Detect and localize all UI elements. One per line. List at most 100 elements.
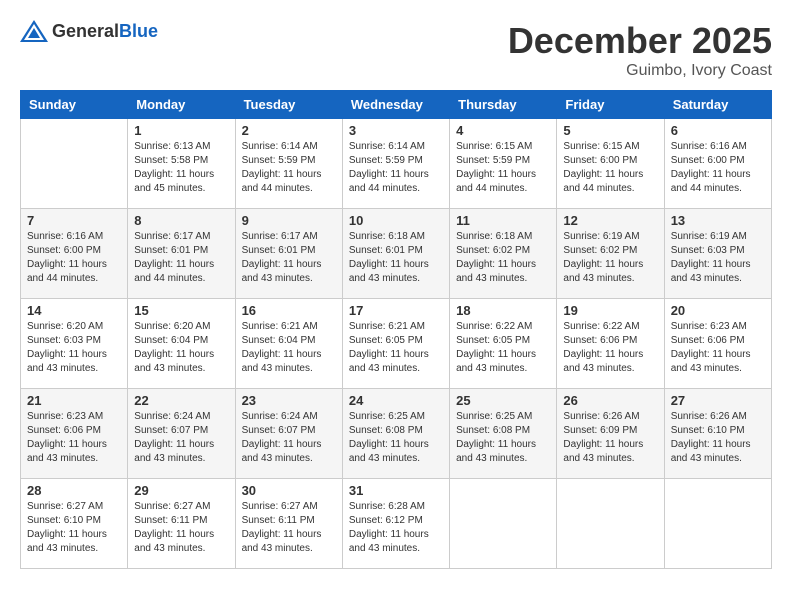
day-number: 20 — [671, 303, 765, 318]
day-info: Sunrise: 6:19 AMSunset: 6:02 PMDaylight:… — [563, 230, 657, 286]
table-row: 15 Sunrise: 6:20 AMSunset: 6:04 PMDayligh… — [128, 299, 235, 389]
table-row: 19 Sunrise: 6:22 AMSunset: 6:06 PMDayligh… — [557, 299, 664, 389]
table-row: 20 Sunrise: 6:23 AMSunset: 6:06 PMDayligh… — [664, 299, 771, 389]
day-info: Sunrise: 6:23 AMSunset: 6:06 PMDaylight:… — [27, 410, 121, 466]
calendar-week-row: 28 Sunrise: 6:27 AMSunset: 6:10 PMDayligh… — [21, 479, 772, 569]
day-info: Sunrise: 6:25 AMSunset: 6:08 PMDaylight:… — [349, 410, 443, 466]
day-number: 13 — [671, 213, 765, 228]
table-row: 11Sunrise: 6:18 AMSunset: 6:02 PMDayligh… — [450, 209, 557, 299]
day-info: Sunrise: 6:23 AMSunset: 6:06 PMDaylight:… — [671, 320, 765, 376]
day-number: 9 — [242, 213, 336, 228]
day-info: Sunrise: 6:27 AMSunset: 6:10 PMDaylight:… — [27, 500, 121, 556]
day-info: Sunrise: 6:20 AMSunset: 6:04 PMDaylight:… — [134, 320, 228, 376]
day-info: Sunrise: 6:24 AMSunset: 6:07 PMDaylight:… — [242, 410, 336, 466]
table-row: 3 Sunrise: 6:14 AMSunset: 5:59 PMDaylight… — [342, 119, 449, 209]
table-row: 5Sunrise: 6:15 AMSunset: 6:00 PMDaylight… — [557, 119, 664, 209]
day-info: Sunrise: 6:16 AMSunset: 6:00 PMDaylight:… — [27, 230, 121, 286]
day-info: Sunrise: 6:17 AMSunset: 6:01 PMDaylight:… — [242, 230, 336, 286]
table-row — [450, 479, 557, 569]
table-row: 14Sunrise: 6:20 AMSunset: 6:03 PMDayligh… — [21, 299, 128, 389]
day-number: 5 — [563, 123, 657, 138]
day-info: Sunrise: 6:21 AMSunset: 6:04 PMDaylight:… — [242, 320, 336, 376]
day-number: 7 — [27, 213, 121, 228]
day-info: Sunrise: 6:18 AMSunset: 6:01 PMDaylight:… — [349, 230, 443, 286]
day-info: Sunrise: 6:18 AMSunset: 6:02 PMDaylight:… — [456, 230, 550, 286]
day-info: Sunrise: 6:15 AMSunset: 5:59 PMDaylight:… — [456, 140, 550, 196]
table-row: 10 Sunrise: 6:18 AMSunset: 6:01 PMDayligh… — [342, 209, 449, 299]
table-row: 9 Sunrise: 6:17 AMSunset: 6:01 PMDaylight… — [235, 209, 342, 299]
day-info: Sunrise: 6:14 AMSunset: 5:59 PMDaylight:… — [242, 140, 336, 196]
calendar-week-row: 1 Sunrise: 6:13 AMSunset: 5:58 PMDaylight… — [21, 119, 772, 209]
table-row: 31 Sunrise: 6:28 AMSunset: 6:12 PMDayligh… — [342, 479, 449, 569]
table-row: 26Sunrise: 6:26 AMSunset: 6:09 PMDayligh… — [557, 389, 664, 479]
calendar-week-row: 7 Sunrise: 6:16 AMSunset: 6:00 PMDaylight… — [21, 209, 772, 299]
logo-icon — [20, 20, 48, 42]
day-number: 15 — [134, 303, 228, 318]
calendar-header-thursday: Thursday — [450, 91, 557, 119]
day-info: Sunrise: 6:26 AMSunset: 6:09 PMDaylight:… — [563, 410, 657, 466]
day-number: 31 — [349, 483, 443, 498]
table-row: 21 Sunrise: 6:23 AMSunset: 6:06 PMDayligh… — [21, 389, 128, 479]
table-row: 6Sunrise: 6:16 AMSunset: 6:00 PMDaylight… — [664, 119, 771, 209]
day-number: 23 — [242, 393, 336, 408]
calendar-header-wednesday: Wednesday — [342, 91, 449, 119]
day-info: Sunrise: 6:24 AMSunset: 6:07 PMDaylight:… — [134, 410, 228, 466]
table-row: 24 Sunrise: 6:25 AMSunset: 6:08 PMDayligh… — [342, 389, 449, 479]
day-number: 2 — [242, 123, 336, 138]
calendar-header-tuesday: Tuesday — [235, 91, 342, 119]
day-number: 22 — [134, 393, 228, 408]
day-info: Sunrise: 6:13 AMSunset: 5:58 PMDaylight:… — [134, 140, 228, 196]
day-info: Sunrise: 6:28 AMSunset: 6:12 PMDaylight:… — [349, 500, 443, 556]
day-info: Sunrise: 6:25 AMSunset: 6:08 PMDaylight:… — [456, 410, 550, 466]
day-info: Sunrise: 6:17 AMSunset: 6:01 PMDaylight:… — [134, 230, 228, 286]
day-number: 12 — [563, 213, 657, 228]
day-info: Sunrise: 6:22 AMSunset: 6:06 PMDaylight:… — [563, 320, 657, 376]
day-number: 19 — [563, 303, 657, 318]
day-number: 25 — [456, 393, 550, 408]
table-row — [21, 119, 128, 209]
table-row: 1 Sunrise: 6:13 AMSunset: 5:58 PMDaylight… — [128, 119, 235, 209]
day-number: 27 — [671, 393, 765, 408]
day-number: 1 — [134, 123, 228, 138]
table-row: 7 Sunrise: 6:16 AMSunset: 6:00 PMDaylight… — [21, 209, 128, 299]
table-row: 2 Sunrise: 6:14 AMSunset: 5:59 PMDaylight… — [235, 119, 342, 209]
day-info: Sunrise: 6:27 AMSunset: 6:11 PMDaylight:… — [134, 500, 228, 556]
day-number: 3 — [349, 123, 443, 138]
day-number: 29 — [134, 483, 228, 498]
table-row: 23 Sunrise: 6:24 AMSunset: 6:07 PMDayligh… — [235, 389, 342, 479]
table-row: 4 Sunrise: 6:15 AMSunset: 5:59 PMDaylight… — [450, 119, 557, 209]
day-info: Sunrise: 6:27 AMSunset: 6:11 PMDaylight:… — [242, 500, 336, 556]
day-number: 10 — [349, 213, 443, 228]
day-number: 24 — [349, 393, 443, 408]
table-row: 27 Sunrise: 6:26 AMSunset: 6:10 PMDayligh… — [664, 389, 771, 479]
table-row: 30Sunrise: 6:27 AMSunset: 6:11 PMDayligh… — [235, 479, 342, 569]
day-number: 4 — [456, 123, 550, 138]
day-number: 18 — [456, 303, 550, 318]
day-info: Sunrise: 6:21 AMSunset: 6:05 PMDaylight:… — [349, 320, 443, 376]
day-info: Sunrise: 6:26 AMSunset: 6:10 PMDaylight:… — [671, 410, 765, 466]
table-row: 16 Sunrise: 6:21 AMSunset: 6:04 PMDayligh… — [235, 299, 342, 389]
day-number: 6 — [671, 123, 765, 138]
table-row: 29 Sunrise: 6:27 AMSunset: 6:11 PMDayligh… — [128, 479, 235, 569]
calendar-header-sunday: Sunday — [21, 91, 128, 119]
day-number: 28 — [27, 483, 121, 498]
day-info: Sunrise: 6:19 AMSunset: 6:03 PMDaylight:… — [671, 230, 765, 286]
day-number: 8 — [134, 213, 228, 228]
day-number: 21 — [27, 393, 121, 408]
day-number: 16 — [242, 303, 336, 318]
logo-text-blue: Blue — [119, 21, 158, 41]
table-row: 12 Sunrise: 6:19 AMSunset: 6:02 PMDayligh… — [557, 209, 664, 299]
page-header: GeneralBlue December 2025 Guimbo, Ivory … — [20, 20, 772, 80]
day-number: 14 — [27, 303, 121, 318]
location-title: Guimbo, Ivory Coast — [508, 62, 772, 80]
day-info: Sunrise: 6:14 AMSunset: 5:59 PMDaylight:… — [349, 140, 443, 196]
calendar-week-row: 14Sunrise: 6:20 AMSunset: 6:03 PMDayligh… — [21, 299, 772, 389]
table-row — [664, 479, 771, 569]
logo-text-general: General — [52, 21, 119, 41]
day-info: Sunrise: 6:22 AMSunset: 6:05 PMDaylight:… — [456, 320, 550, 376]
calendar-header-monday: Monday — [128, 91, 235, 119]
table-row — [557, 479, 664, 569]
table-row: 17Sunrise: 6:21 AMSunset: 6:05 PMDayligh… — [342, 299, 449, 389]
table-row: 28 Sunrise: 6:27 AMSunset: 6:10 PMDayligh… — [21, 479, 128, 569]
table-row: 8 Sunrise: 6:17 AMSunset: 6:01 PMDaylight… — [128, 209, 235, 299]
